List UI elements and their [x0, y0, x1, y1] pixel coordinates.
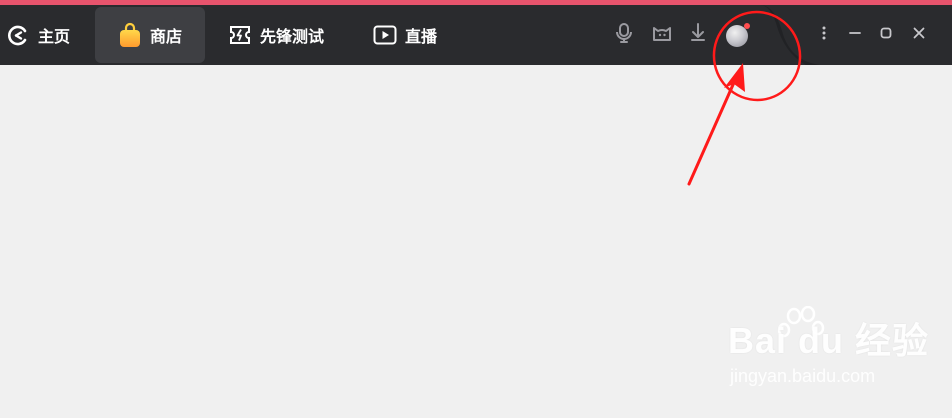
watermark-sub: jingyan.baidu.com	[730, 366, 876, 386]
watermark-main: Bai du 经验	[728, 320, 930, 361]
annotation-arrow-shaft	[687, 76, 738, 186]
baidu-watermark: Bai du 经验 jingyan.baidu.com	[728, 306, 930, 387]
annotation-circle	[712, 10, 802, 102]
